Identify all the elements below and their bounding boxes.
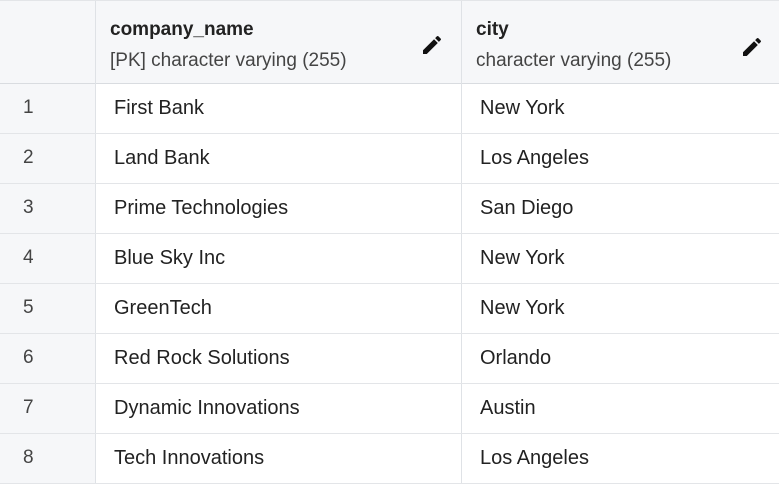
row-number-cell[interactable]: 8 — [0, 434, 96, 483]
city-cell[interactable]: Austin — [462, 384, 779, 433]
company-name-value: Prime Technologies — [114, 197, 289, 219]
city-cell[interactable]: Los Angeles — [462, 434, 779, 483]
company-name-cell[interactable]: Blue Sky Inc — [96, 234, 462, 283]
row-number-cell[interactable]: 6 — [0, 334, 96, 383]
city-cell[interactable]: San Diego — [462, 184, 779, 233]
company-name-value: GreenTech — [114, 297, 212, 319]
city-cell[interactable]: Orlando — [462, 334, 779, 383]
table-row[interactable]: 5 GreenTech New York — [0, 284, 779, 334]
city-cell[interactable]: New York — [462, 84, 779, 133]
row-number: 2 — [23, 147, 34, 168]
column-type: [PK] character varying (255) — [110, 50, 347, 71]
row-number: 3 — [23, 197, 34, 218]
row-number: 5 — [23, 297, 34, 318]
table-row[interactable]: 7 Dynamic Innovations Austin — [0, 384, 779, 434]
row-number-cell[interactable]: 5 — [0, 284, 96, 333]
company-name-value: Dynamic Innovations — [114, 397, 300, 419]
company-name-value: Blue Sky Inc — [114, 247, 226, 269]
company-name-cell[interactable]: Land Bank — [96, 134, 462, 183]
company-name-cell[interactable]: Tech Innovations — [96, 434, 462, 483]
table-row[interactable]: 4 Blue Sky Inc New York — [0, 234, 779, 284]
table-row[interactable]: 6 Red Rock Solutions Orlando — [0, 334, 779, 384]
city-cell[interactable]: New York — [462, 284, 779, 333]
city-value: New York — [480, 297, 565, 319]
pencil-icon[interactable] — [740, 35, 764, 59]
row-number: 1 — [23, 97, 34, 118]
column-header-city[interactable]: city character varying (255) — [462, 1, 779, 84]
company-name-value: Tech Innovations — [114, 447, 265, 469]
city-cell[interactable]: Los Angeles — [462, 134, 779, 183]
city-value: Orlando — [480, 347, 552, 369]
city-value: New York — [480, 97, 565, 119]
table-row[interactable]: 2 Land Bank Los Angeles — [0, 134, 779, 184]
company-name-cell[interactable]: Red Rock Solutions — [96, 334, 462, 383]
row-number: 7 — [23, 397, 34, 418]
company-name-cell[interactable]: First Bank — [96, 84, 462, 133]
city-value: New York — [480, 247, 565, 269]
row-number: 8 — [23, 447, 34, 468]
row-number-header[interactable] — [0, 1, 96, 84]
table-row[interactable]: 3 Prime Technologies San Diego — [0, 184, 779, 234]
pencil-icon[interactable] — [420, 33, 444, 57]
company-name-value: Red Rock Solutions — [114, 347, 290, 369]
column-header-company-name[interactable]: company_name [PK] character varying (255… — [96, 1, 462, 84]
table-row[interactable]: 1 First Bank New York — [0, 84, 779, 134]
row-number-cell[interactable]: 2 — [0, 134, 96, 183]
table-row[interactable]: 8 Tech Innovations Los Angeles — [0, 434, 779, 484]
column-type: character varying (255) — [476, 50, 672, 71]
city-value: Austin — [480, 397, 536, 419]
column-name: city — [476, 19, 509, 40]
row-number: 6 — [23, 347, 34, 368]
row-number: 4 — [23, 247, 34, 268]
city-value: Los Angeles — [480, 147, 589, 169]
company-name-cell[interactable]: Dynamic Innovations — [96, 384, 462, 433]
row-number-cell[interactable]: 3 — [0, 184, 96, 233]
grid-header-row: company_name [PK] character varying (255… — [0, 0, 779, 84]
data-grid: company_name [PK] character varying (255… — [0, 0, 779, 484]
city-cell[interactable]: New York — [462, 234, 779, 283]
company-name-value: First Bank — [114, 97, 205, 119]
column-name: company_name — [110, 19, 254, 40]
row-number-cell[interactable]: 1 — [0, 84, 96, 133]
city-value: Los Angeles — [480, 447, 589, 469]
company-name-value: Land Bank — [114, 147, 210, 169]
row-number-cell[interactable]: 4 — [0, 234, 96, 283]
row-number-cell[interactable]: 7 — [0, 384, 96, 433]
city-value: San Diego — [480, 197, 574, 219]
company-name-cell[interactable]: GreenTech — [96, 284, 462, 333]
company-name-cell[interactable]: Prime Technologies — [96, 184, 462, 233]
